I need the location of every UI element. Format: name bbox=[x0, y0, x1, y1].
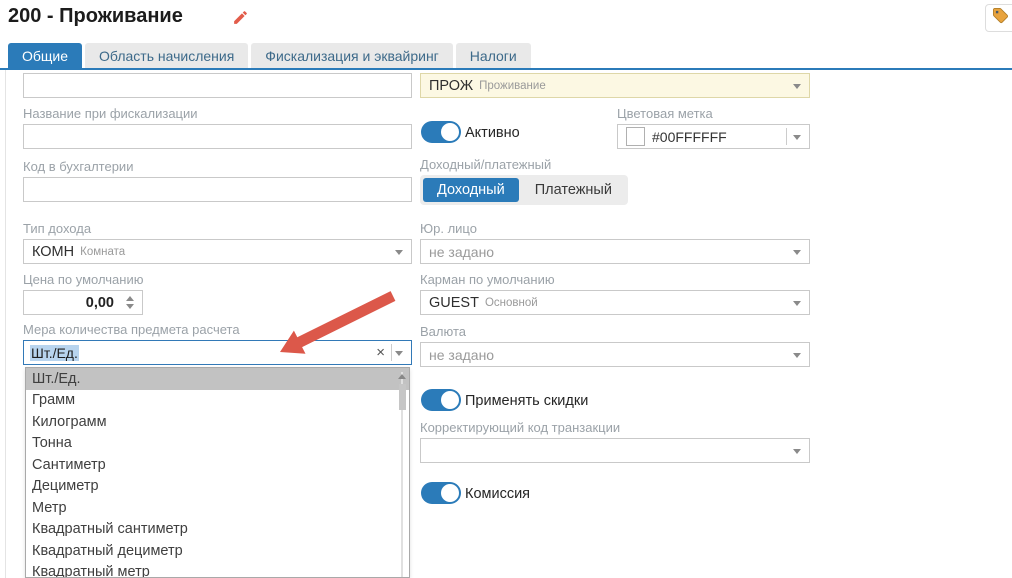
tag-button[interactable] bbox=[985, 4, 1012, 32]
measure-dropdown-item[interactable]: Сантиметр bbox=[26, 454, 409, 476]
quantity-measure-label: Мера количества предмета расчета bbox=[23, 322, 240, 337]
payment-option-button[interactable]: Платежный bbox=[519, 182, 628, 198]
income-type-name: Комната bbox=[80, 245, 126, 258]
income-type-code: КОМН bbox=[32, 243, 75, 260]
default-pocket-select[interactable]: GUEST Основной bbox=[420, 290, 810, 315]
income-payment-segmented: Доходный Платежный bbox=[420, 175, 628, 205]
chevron-down-icon bbox=[793, 300, 801, 306]
service-name: Проживание bbox=[479, 79, 546, 92]
clear-icon[interactable]: × bbox=[376, 344, 385, 362]
default-pocket-name: Основной bbox=[484, 296, 538, 309]
edit-pencil-icon[interactable] bbox=[232, 9, 249, 31]
default-price-stepper[interactable] bbox=[23, 290, 143, 315]
correction-code-select[interactable] bbox=[420, 438, 810, 463]
color-mark-label: Цветовая метка bbox=[617, 106, 713, 121]
currency-value: не задано bbox=[429, 346, 495, 363]
active-toggle-label: Активно bbox=[465, 125, 520, 141]
default-price-label: Цена по умолчанию bbox=[23, 272, 144, 287]
chevron-down-icon[interactable] bbox=[395, 350, 403, 356]
service-edit-page: 200 - Проживание Общие Область начисления… bbox=[0, 0, 1012, 578]
tab-accrual-area[interactable]: Область начисления bbox=[85, 43, 249, 68]
measure-dropdown-item[interactable]: Квадратный метр bbox=[26, 562, 409, 577]
measure-dropdown-item[interactable]: Грамм bbox=[26, 390, 409, 412]
measure-dropdown-panel: Шт./Ед. Грамм Килограмм Тонна Сантиметр … bbox=[25, 367, 410, 578]
tabs-underline bbox=[0, 68, 1012, 70]
panel-left-edge bbox=[5, 70, 6, 578]
fiscal-name-label: Название при фискализации bbox=[23, 106, 198, 121]
tab-general[interactable]: Общие bbox=[8, 43, 83, 68]
measure-dropdown-item[interactable]: Тонна bbox=[26, 433, 409, 455]
chevron-down-icon bbox=[793, 448, 801, 454]
currency-select[interactable]: не задано bbox=[420, 342, 810, 367]
chevron-down-icon bbox=[793, 83, 801, 89]
measure-dropdown-item[interactable]: Квадратный сантиметр bbox=[26, 519, 409, 541]
income-type-select[interactable]: КОМН Комната bbox=[23, 239, 412, 264]
commission-toggle[interactable] bbox=[421, 482, 461, 504]
quantity-measure-value: Шт./Ед. bbox=[30, 344, 79, 361]
select-separator bbox=[786, 128, 787, 145]
chevron-down-icon bbox=[395, 249, 403, 255]
quantity-measure-combobox[interactable]: Шт./Ед. × bbox=[23, 340, 412, 365]
measure-dropdown-item[interactable]: Метр bbox=[26, 497, 409, 519]
default-pocket-label: Карман по умолчанию bbox=[420, 272, 555, 287]
income-option-button[interactable]: Доходный bbox=[423, 178, 519, 202]
accounting-code-label: Код в бухгалтерии bbox=[23, 159, 134, 174]
measure-dropdown-item[interactable]: Шт./Ед. bbox=[26, 368, 409, 390]
combobox-separator bbox=[391, 344, 392, 361]
color-swatch bbox=[626, 127, 645, 146]
commission-label: Комиссия bbox=[465, 486, 531, 502]
tab-fiscalization[interactable]: Фискализация и эквайринг bbox=[251, 43, 453, 68]
income-type-label: Тип дохода bbox=[23, 221, 92, 236]
default-price-input[interactable] bbox=[24, 291, 142, 314]
scrollbar-thumb[interactable] bbox=[399, 384, 406, 410]
fiscal-name-input[interactable] bbox=[23, 124, 412, 149]
legal-entity-label: Юр. лицо bbox=[420, 221, 477, 236]
name-input[interactable] bbox=[23, 73, 412, 98]
correction-code-label: Корректирующий код транзакции bbox=[420, 420, 621, 435]
chevron-down-icon[interactable] bbox=[793, 134, 801, 140]
measure-dropdown-item[interactable]: Квадратный дециметр bbox=[26, 540, 409, 562]
measure-dropdown-item[interactable]: Дециметр bbox=[26, 476, 409, 498]
service-code-select[interactable]: ПРОЖ Проживание bbox=[420, 73, 810, 98]
spinner-up-icon[interactable] bbox=[126, 296, 134, 301]
service-code: ПРОЖ bbox=[429, 77, 474, 94]
tab-taxes[interactable]: Налоги bbox=[455, 43, 531, 68]
apply-discounts-toggle[interactable] bbox=[421, 389, 461, 411]
tag-icon bbox=[992, 7, 1009, 29]
default-pocket-code: GUEST bbox=[429, 294, 479, 311]
color-mark-select[interactable]: #00FFFFFF bbox=[617, 124, 810, 149]
tab-bar: Общие Область начисления Фискализация и эк… bbox=[8, 43, 534, 68]
legal-entity-value: не задано bbox=[429, 243, 495, 260]
active-toggle[interactable] bbox=[421, 121, 461, 143]
apply-discounts-label: Применять скидки bbox=[465, 393, 589, 409]
currency-label: Валюта bbox=[420, 324, 466, 339]
color-mark-value: #00FFFFFF bbox=[652, 128, 727, 145]
chevron-down-icon bbox=[793, 352, 801, 358]
income-payment-label: Доходный/платежный bbox=[420, 157, 552, 172]
spinner-down-icon[interactable] bbox=[126, 304, 134, 309]
scrollbar-up-icon[interactable] bbox=[398, 374, 406, 379]
measure-dropdown-item[interactable]: Килограмм bbox=[26, 411, 409, 433]
chevron-down-icon bbox=[793, 249, 801, 255]
page-title: 200 - Проживание bbox=[8, 5, 183, 27]
accounting-code-input[interactable] bbox=[23, 177, 412, 202]
legal-entity-select[interactable]: не задано bbox=[420, 239, 810, 264]
